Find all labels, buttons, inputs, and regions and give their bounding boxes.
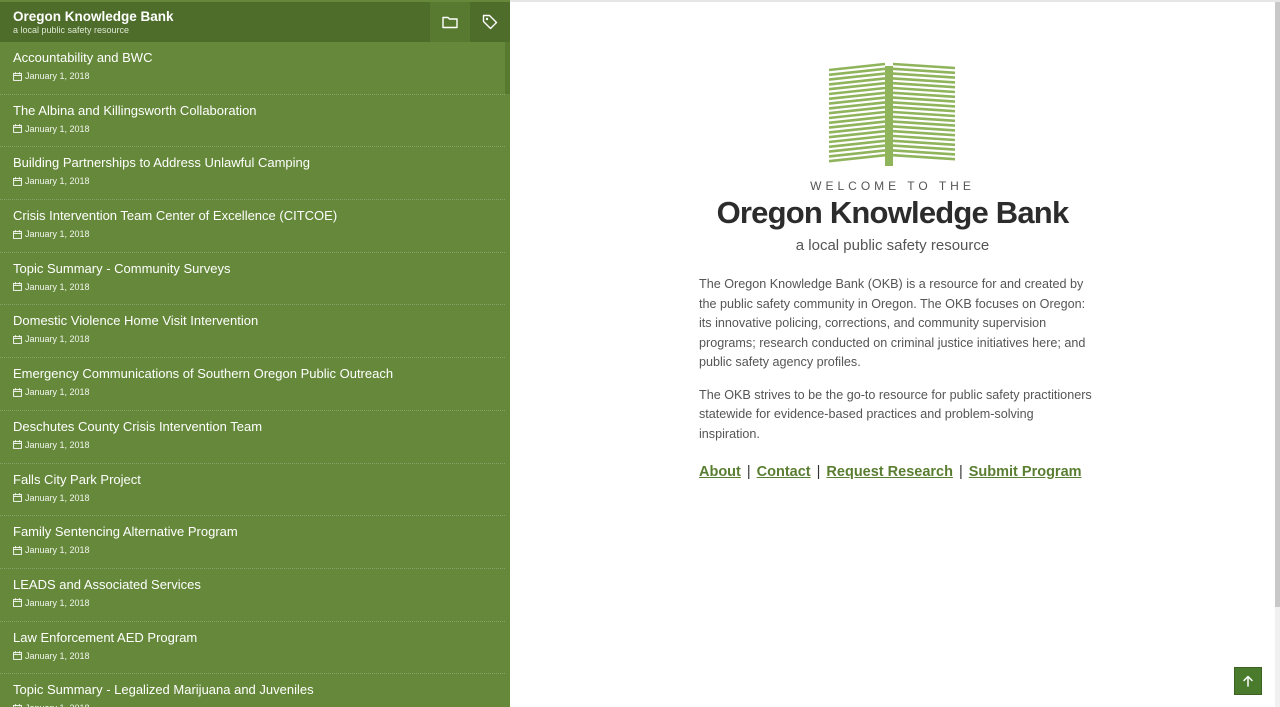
post-title[interactable]: Law Enforcement AED Program [13,630,505,645]
post-title[interactable]: Building Partnerships to Address Unlawfu… [13,155,505,170]
calendar-icon [13,651,22,660]
post-date: January 1, 2018 [13,440,505,450]
tag-icon [482,14,498,30]
calendar-icon [13,598,22,608]
page-scrollbar-thumb[interactable] [1275,2,1280,607]
post-date: January 1, 2018 [13,703,505,707]
post-title[interactable]: Accountability and BWC [13,50,505,65]
page-tagline: a local public safety resource [795,237,990,254]
post-date: January 1, 2018 [13,387,505,397]
sidebar-post-item[interactable]: Crisis Intervention Team Center of Excel… [0,200,505,253]
post-title[interactable]: Crisis Intervention Team Center of Excel… [13,208,505,223]
post-date-text: January 1, 2018 [25,229,90,240]
calendar-icon [13,493,22,502]
post-date: January 1, 2018 [13,71,505,81]
back-to-top-button[interactable] [1234,667,1262,695]
post-date-text: January 1, 2018 [25,123,90,134]
footer-links: About | Contact | Request Research | Submit Pr… [699,464,1082,480]
post-date-text: January 1, 2018 [25,439,90,450]
about-link[interactable]: About [699,464,741,480]
book-logo-icon [828,62,956,166]
sidebar-post-item[interactable]: Topic Summary - Legalized Marijuana and … [0,674,505,707]
sidebar: Oregon Knowledge Bank a local public saf… [0,0,510,707]
link-separator: | [746,464,751,480]
post-date: January 1, 2018 [13,124,505,134]
post-title[interactable]: Domestic Violence Home Visit Interventio… [13,313,505,328]
post-title[interactable]: The Albina and Killingsworth Collaborati… [13,103,505,118]
sidebar-header: Oregon Knowledge Bank a local public saf… [0,2,510,42]
calendar-icon [13,71,22,81]
sidebar-post-item[interactable]: Accountability and BWC January 1, 2018 [0,42,505,95]
sidebar-post-item[interactable]: Building Partnerships to Address Unlawfu… [0,147,505,201]
post-title[interactable]: Family Sentencing Alternative Program [13,524,505,539]
post-date: January 1, 2018 [13,229,505,239]
post-list: Accountability and BWC January 1, 2018 The… [0,42,505,707]
sidebar-post-item[interactable]: Falls City Park Project January 1, 2018 [0,464,505,517]
sidebar-post-item[interactable]: Emergency Communications of Southern Ore… [0,358,505,411]
calendar-icon [13,124,22,134]
post-title[interactable]: Topic Summary - Legalized Marijuana and … [13,682,505,697]
request-research-link[interactable]: Request Research [826,464,953,480]
post-date-text: January 1, 2018 [25,387,90,398]
intro-text: The Oregon Knowledge Bank (OKB) is a res… [699,275,1094,444]
site-subtitle: a local public safety resource [13,25,130,36]
calendar-icon [13,282,22,292]
post-date: January 1, 2018 [13,334,505,344]
calendar-icon [13,177,22,186]
site-brand[interactable]: Oregon Knowledge Bank a local public saf… [0,9,430,36]
submit-program-link[interactable]: Submit Program [969,464,1082,480]
post-date-text: January 1, 2018 [25,597,90,608]
tags-button[interactable] [470,2,510,42]
post-date-text: January 1, 2018 [25,176,90,187]
post-title[interactable]: LEADS and Associated Services [13,577,505,592]
welcome-text: WELCOME TO THE [810,179,975,193]
calendar-icon [13,335,22,344]
post-title[interactable]: Deschutes County Crisis Intervention Tea… [13,419,505,434]
post-date-text: January 1, 2018 [25,650,90,661]
calendar-icon [13,387,22,397]
link-separator: | [958,464,963,480]
sidebar-post-item[interactable]: Topic Summary - Community Surveys January… [0,253,505,306]
sidebar-post-item[interactable]: Family Sentencing Alternative Program Jan… [0,516,505,569]
calendar-icon [13,229,22,239]
post-date-text: January 1, 2018 [25,71,90,81]
main-content: WELCOME TO THE Oregon Knowledge Bank a l… [510,2,1275,707]
post-date: January 1, 2018 [13,176,505,186]
sidebar-post-item[interactable]: LEADS and Associated Services January 1, … [0,569,505,622]
categories-button[interactable] [430,2,470,42]
sidebar-post-item[interactable]: Domestic Violence Home Visit Interventio… [0,305,505,359]
post-date-text: January 1, 2018 [25,492,90,503]
post-date: January 1, 2018 [13,651,505,661]
link-separator: | [816,464,821,480]
sidebar-post-item[interactable]: Deschutes County Crisis Intervention Tea… [0,411,505,464]
folder-icon [442,16,458,29]
intro-paragraph-1: The Oregon Knowledge Bank (OKB) is a res… [699,277,1086,369]
post-date: January 1, 2018 [13,598,505,608]
post-date: January 1, 2018 [13,282,505,292]
calendar-icon [13,545,22,555]
sidebar-post-item[interactable]: Law Enforcement AED Program January 1, 20… [0,622,505,675]
site-title[interactable]: Oregon Knowledge Bank [13,10,430,24]
post-date-text: January 1, 2018 [25,334,90,345]
post-date: January 1, 2018 [13,545,505,555]
intro-paragraph-2: The OKB strives to be the go-to resource… [699,387,1092,441]
post-date-text: January 1, 2018 [25,703,90,707]
contact-link[interactable]: Contact [757,464,811,480]
post-title[interactable]: Falls City Park Project [13,472,505,487]
post-date-text: January 1, 2018 [25,281,90,292]
calendar-icon [13,440,22,450]
post-title[interactable]: Topic Summary - Community Surveys [13,261,505,276]
post-date-text: January 1, 2018 [25,545,90,556]
page-title: Oregon Knowledge Bank [716,195,1070,230]
post-date: January 1, 2018 [13,493,505,503]
post-title[interactable]: Emergency Communications of Southern Ore… [13,366,505,381]
sidebar-post-item[interactable]: The Albina and Killingsworth Collaborati… [0,95,505,148]
arrow-up-icon [1243,675,1253,687]
